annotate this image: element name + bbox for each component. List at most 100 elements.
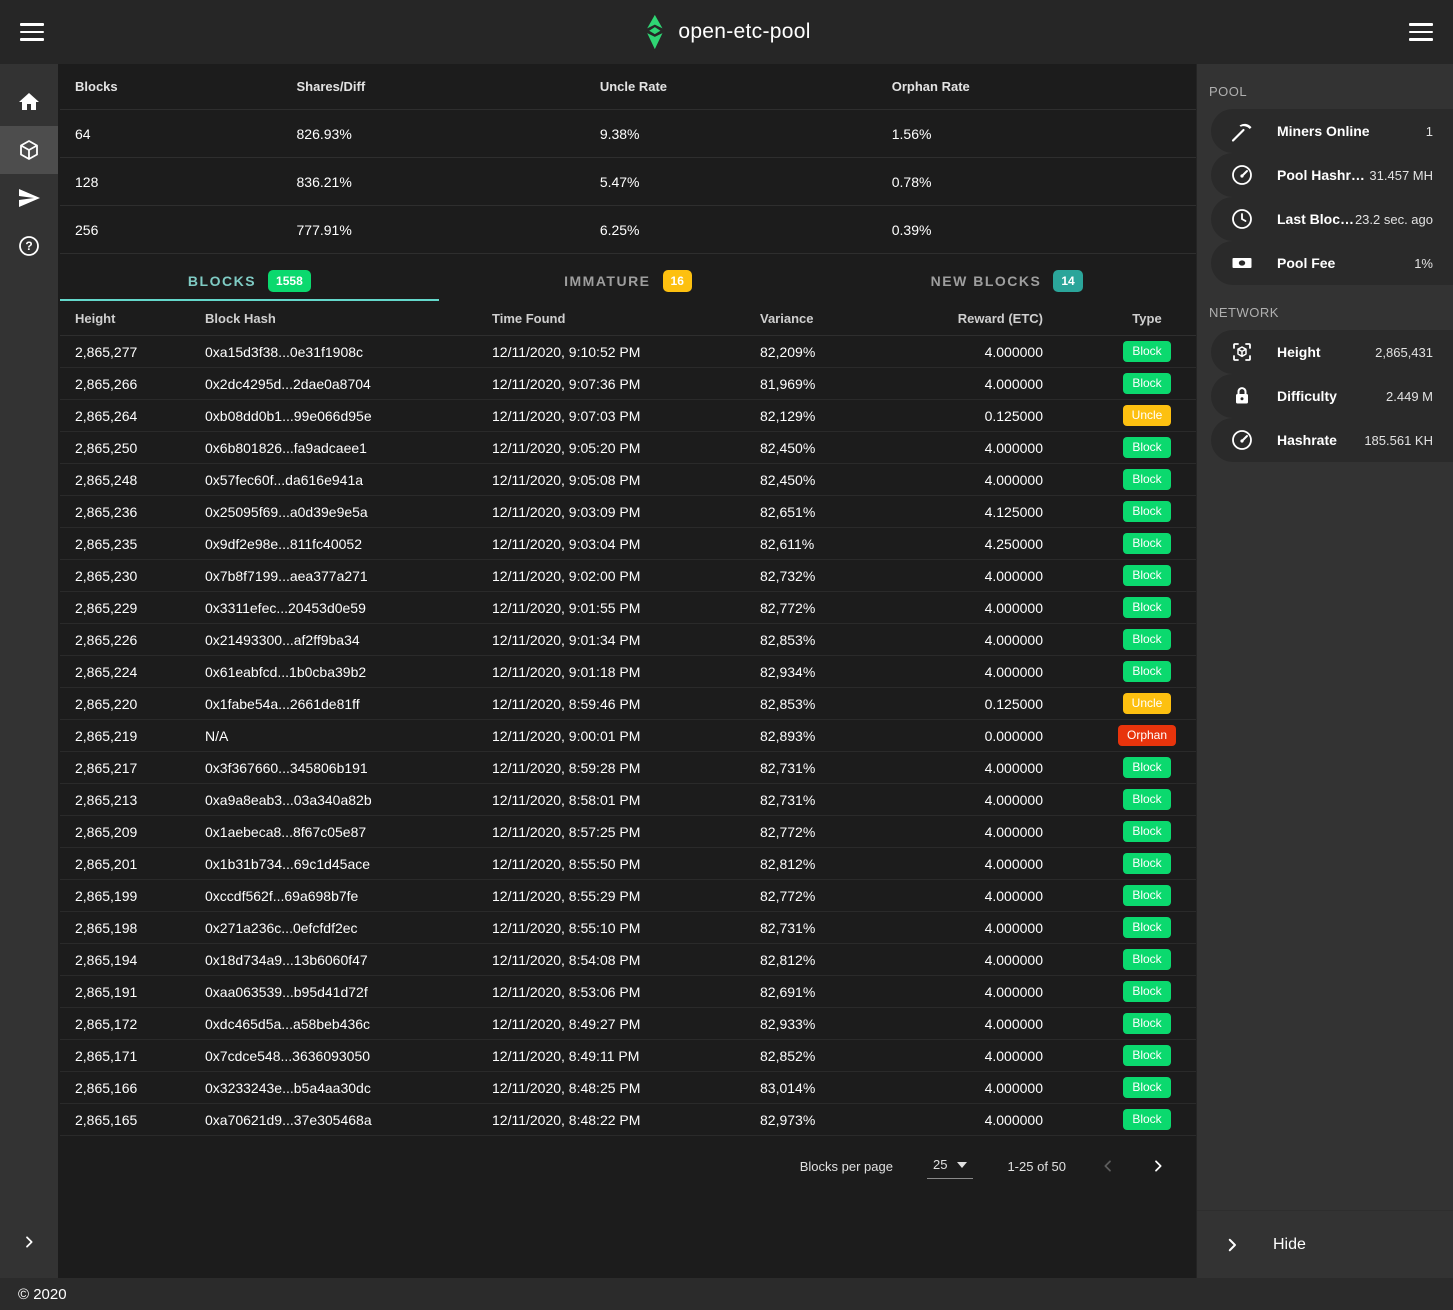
stat-label: Last Block Fo… [1277,211,1355,227]
stat-label: Pool Fee [1277,255,1335,271]
type-badge: Uncle [1123,405,1172,426]
stat-value: 2.449 M [1386,389,1433,404]
cell-variance: 82,772% [745,600,938,616]
tab-new-blocks[interactable]: NEW BLOCKS 14 [817,262,1196,301]
cell-type: Block [1098,789,1196,810]
lock-icon [1229,384,1255,408]
table-row: 2,865,219N/A12/11/2020, 9:00:01 PM82,893… [60,720,1196,752]
left-menu-icon[interactable] [20,23,44,41]
sidebar-item-help[interactable]: ? [0,222,58,270]
table-row: 2,865,2500x6b801826...fa9adcaee112/11/20… [60,432,1196,464]
stats-cell: 64 [60,110,282,157]
type-badge: Block [1123,821,1170,842]
chevron-right-icon [21,1234,37,1250]
cell-reward: 4.000000 [938,1048,1098,1064]
cell-type: Block [1098,469,1196,490]
sidebar-item-payments[interactable] [0,174,58,222]
hide-sidebar-button[interactable]: Hide [1197,1210,1453,1278]
cell-height: 2,865,199 [60,888,190,904]
table-row: 2,865,1720xdc465d5a...a58beb436c12/11/20… [60,1008,1196,1040]
app-title: open-etc-pool [678,20,810,44]
tab-new-blocks-count-badge: 14 [1053,270,1082,292]
table-row: 2,865,2660x2dc4295d...2dae0a870412/11/20… [60,368,1196,400]
cell-hash: 0x9df2e98e...811fc40052 [190,536,477,552]
type-badge: Block [1123,565,1170,586]
prev-page-button[interactable] [1100,1158,1116,1174]
cell-type: Block [1098,821,1196,842]
type-badge: Block [1123,341,1170,362]
cell-hash: 0x1fabe54a...2661de81ff [190,696,477,712]
cell-type: Block [1098,661,1196,682]
cell-type: Block [1098,981,1196,1002]
cell-type: Block [1098,1045,1196,1066]
cell-reward: 4.000000 [938,824,1098,840]
table-row: 2,865,2360x25095f69...a0d39e9e5a12/11/20… [60,496,1196,528]
type-badge: Block [1123,981,1170,1002]
cell-time: 12/11/2020, 9:10:52 PM [477,344,745,360]
table-row: 2,865,2480x57fec60f...da616e941a12/11/20… [60,464,1196,496]
right-menu-icon[interactable] [1409,23,1433,41]
cell-time: 12/11/2020, 8:55:10 PM [477,920,745,936]
stats-header-row: Blocks Shares/Diff Uncle Rate Orphan Rat… [60,64,1196,110]
cell-time: 12/11/2020, 9:01:55 PM [477,600,745,616]
cell-type: Block [1098,917,1196,938]
cell-height: 2,865,194 [60,952,190,968]
stats-cell: 777.91% [282,206,585,253]
tab-blocks[interactable]: BLOCKS 1558 [60,262,439,301]
stats-cell: 5.47% [585,158,877,205]
cube-scan-icon [1229,340,1255,364]
cell-reward: 4.000000 [938,664,1098,680]
network-difficulty: Difficulty 2.449 M [1211,374,1453,418]
stat-label: Height [1277,344,1321,360]
stat-value: 31.457 MH [1369,168,1433,183]
cell-hash: 0xa9a8eab3...03a340a82b [190,792,477,808]
cell-type: Block [1098,949,1196,970]
type-badge: Uncle [1123,693,1172,714]
col-time: Time Found [477,311,745,326]
cell-type: Block [1098,373,1196,394]
cell-type: Block [1098,565,1196,586]
sidebar-expand-button[interactable] [0,1234,58,1250]
stats-col-shares: Shares/Diff [282,64,585,109]
cell-hash: N/A [190,728,477,744]
cell-height: 2,865,229 [60,600,190,616]
stats-cell: 6.25% [585,206,877,253]
stats-cell: 256 [60,206,282,253]
per-page-select[interactable]: 25 [927,1153,973,1179]
table-row: 2,865,2640xb08dd0b1...99e066d95e12/11/20… [60,400,1196,432]
type-badge: Block [1123,661,1170,682]
tab-immature[interactable]: IMMATURE 16 [439,262,818,301]
sidebar-item-home[interactable] [0,78,58,126]
etc-logo-icon [642,14,666,50]
next-page-button[interactable] [1150,1158,1166,1174]
cell-type: Block [1098,629,1196,650]
cell-hash: 0x25095f69...a0d39e9e5a [190,504,477,520]
stat-value: 185.561 KH [1364,433,1433,448]
cell-hash: 0xaa063539...b95d41d72f [190,984,477,1000]
cell-height: 2,865,172 [60,1016,190,1032]
cell-reward: 4.000000 [938,856,1098,872]
cell-time: 12/11/2020, 9:05:08 PM [477,472,745,488]
table-row: 2,865,2350x9df2e98e...811fc4005212/11/20… [60,528,1196,560]
cell-hash: 0xa70621d9...37e305468a [190,1112,477,1128]
sidebar-item-blocks[interactable] [0,126,58,174]
cell-variance: 82,812% [745,856,938,872]
table-row: 2,865,2130xa9a8eab3...03a340a82b12/11/20… [60,784,1196,816]
cell-variance: 82,691% [745,984,938,1000]
cell-height: 2,865,213 [60,792,190,808]
cell-time: 12/11/2020, 8:55:29 PM [477,888,745,904]
cell-time: 12/11/2020, 8:49:27 PM [477,1016,745,1032]
cell-height: 2,865,250 [60,440,190,456]
type-badge: Block [1123,629,1170,650]
cell-hash: 0x2dc4295d...2dae0a8704 [190,376,477,392]
stats-col-orphan: Orphan Rate [877,64,1196,109]
cell-reward: 4.000000 [938,952,1098,968]
main-content: Blocks Shares/Diff Uncle Rate Orphan Rat… [58,64,1196,1278]
cell-variance: 82,852% [745,1048,938,1064]
cell-hash: 0x61eabfcd...1b0cba39b2 [190,664,477,680]
table-row: 2,865,1980x271a236c...0efcfdf2ec12/11/20… [60,912,1196,944]
cell-height: 2,865,165 [60,1112,190,1128]
stats-col-blocks: Blocks [60,64,282,109]
cell-time: 12/11/2020, 9:03:04 PM [477,536,745,552]
stat-label: Difficulty [1277,388,1337,404]
